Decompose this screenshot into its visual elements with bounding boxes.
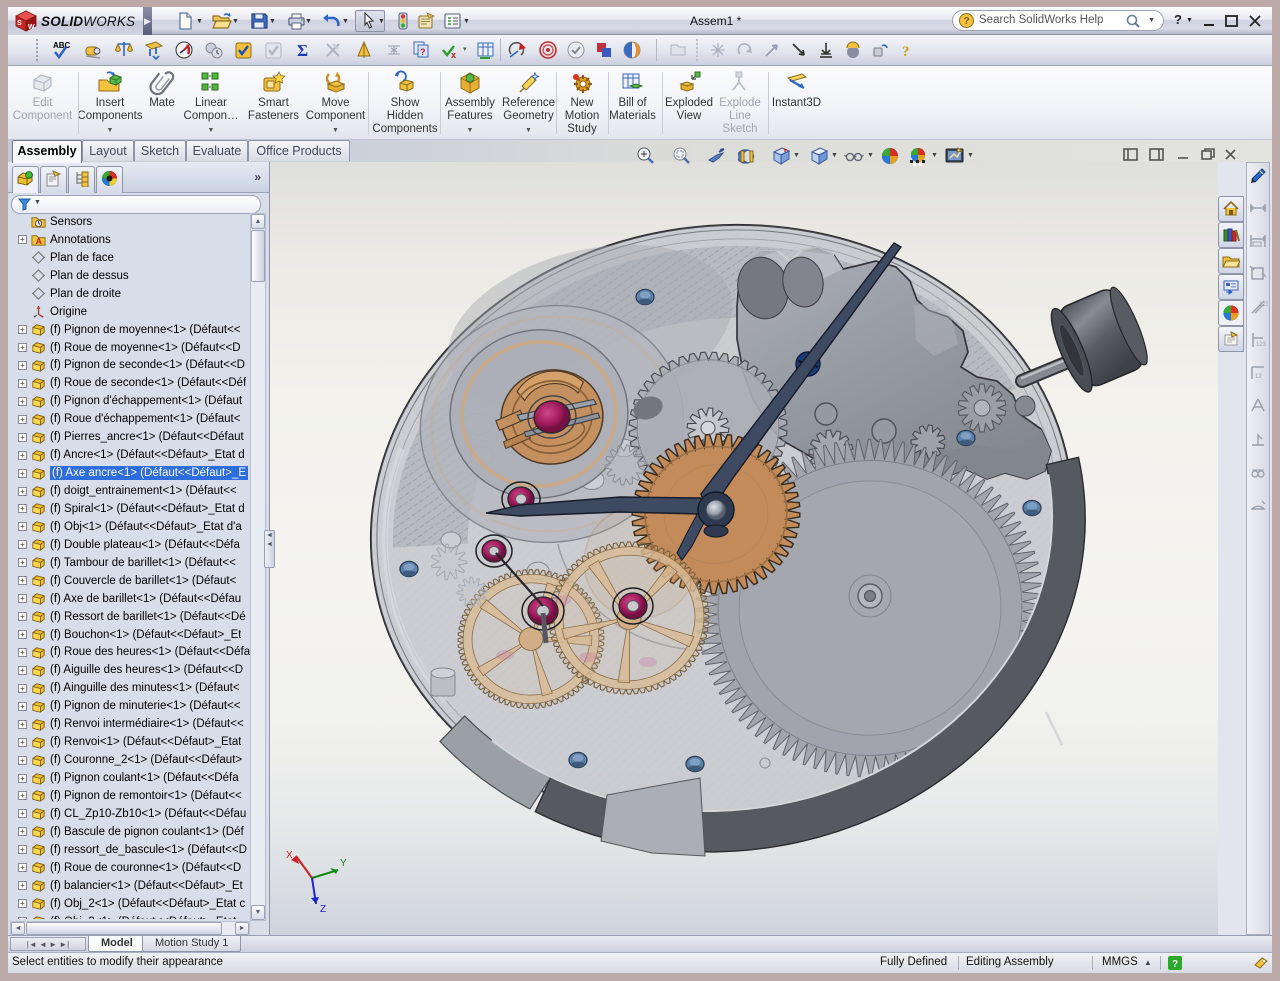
- svg-text:Y: Y: [340, 858, 347, 869]
- svg-text:12: 12: [1255, 374, 1262, 380]
- svg-text:?: ?: [964, 16, 970, 27]
- svg-text:X: X: [286, 850, 293, 861]
- svg-text:W: W: [28, 24, 35, 31]
- svg-text:x: x: [451, 50, 456, 60]
- svg-text:S: S: [17, 20, 22, 27]
- svg-text:?: ?: [902, 44, 910, 60]
- svg-text:A: A: [36, 237, 42, 247]
- svg-text:Σ: Σ: [297, 41, 308, 60]
- svg-text:123: 123: [1256, 342, 1267, 348]
- svg-text:?: ?: [1172, 959, 1178, 970]
- svg-text:ABC: ABC: [53, 41, 71, 50]
- svg-text:123: 123: [1259, 302, 1268, 308]
- svg-text:?: ?: [420, 47, 426, 57]
- svg-text:Z: Z: [320, 904, 326, 915]
